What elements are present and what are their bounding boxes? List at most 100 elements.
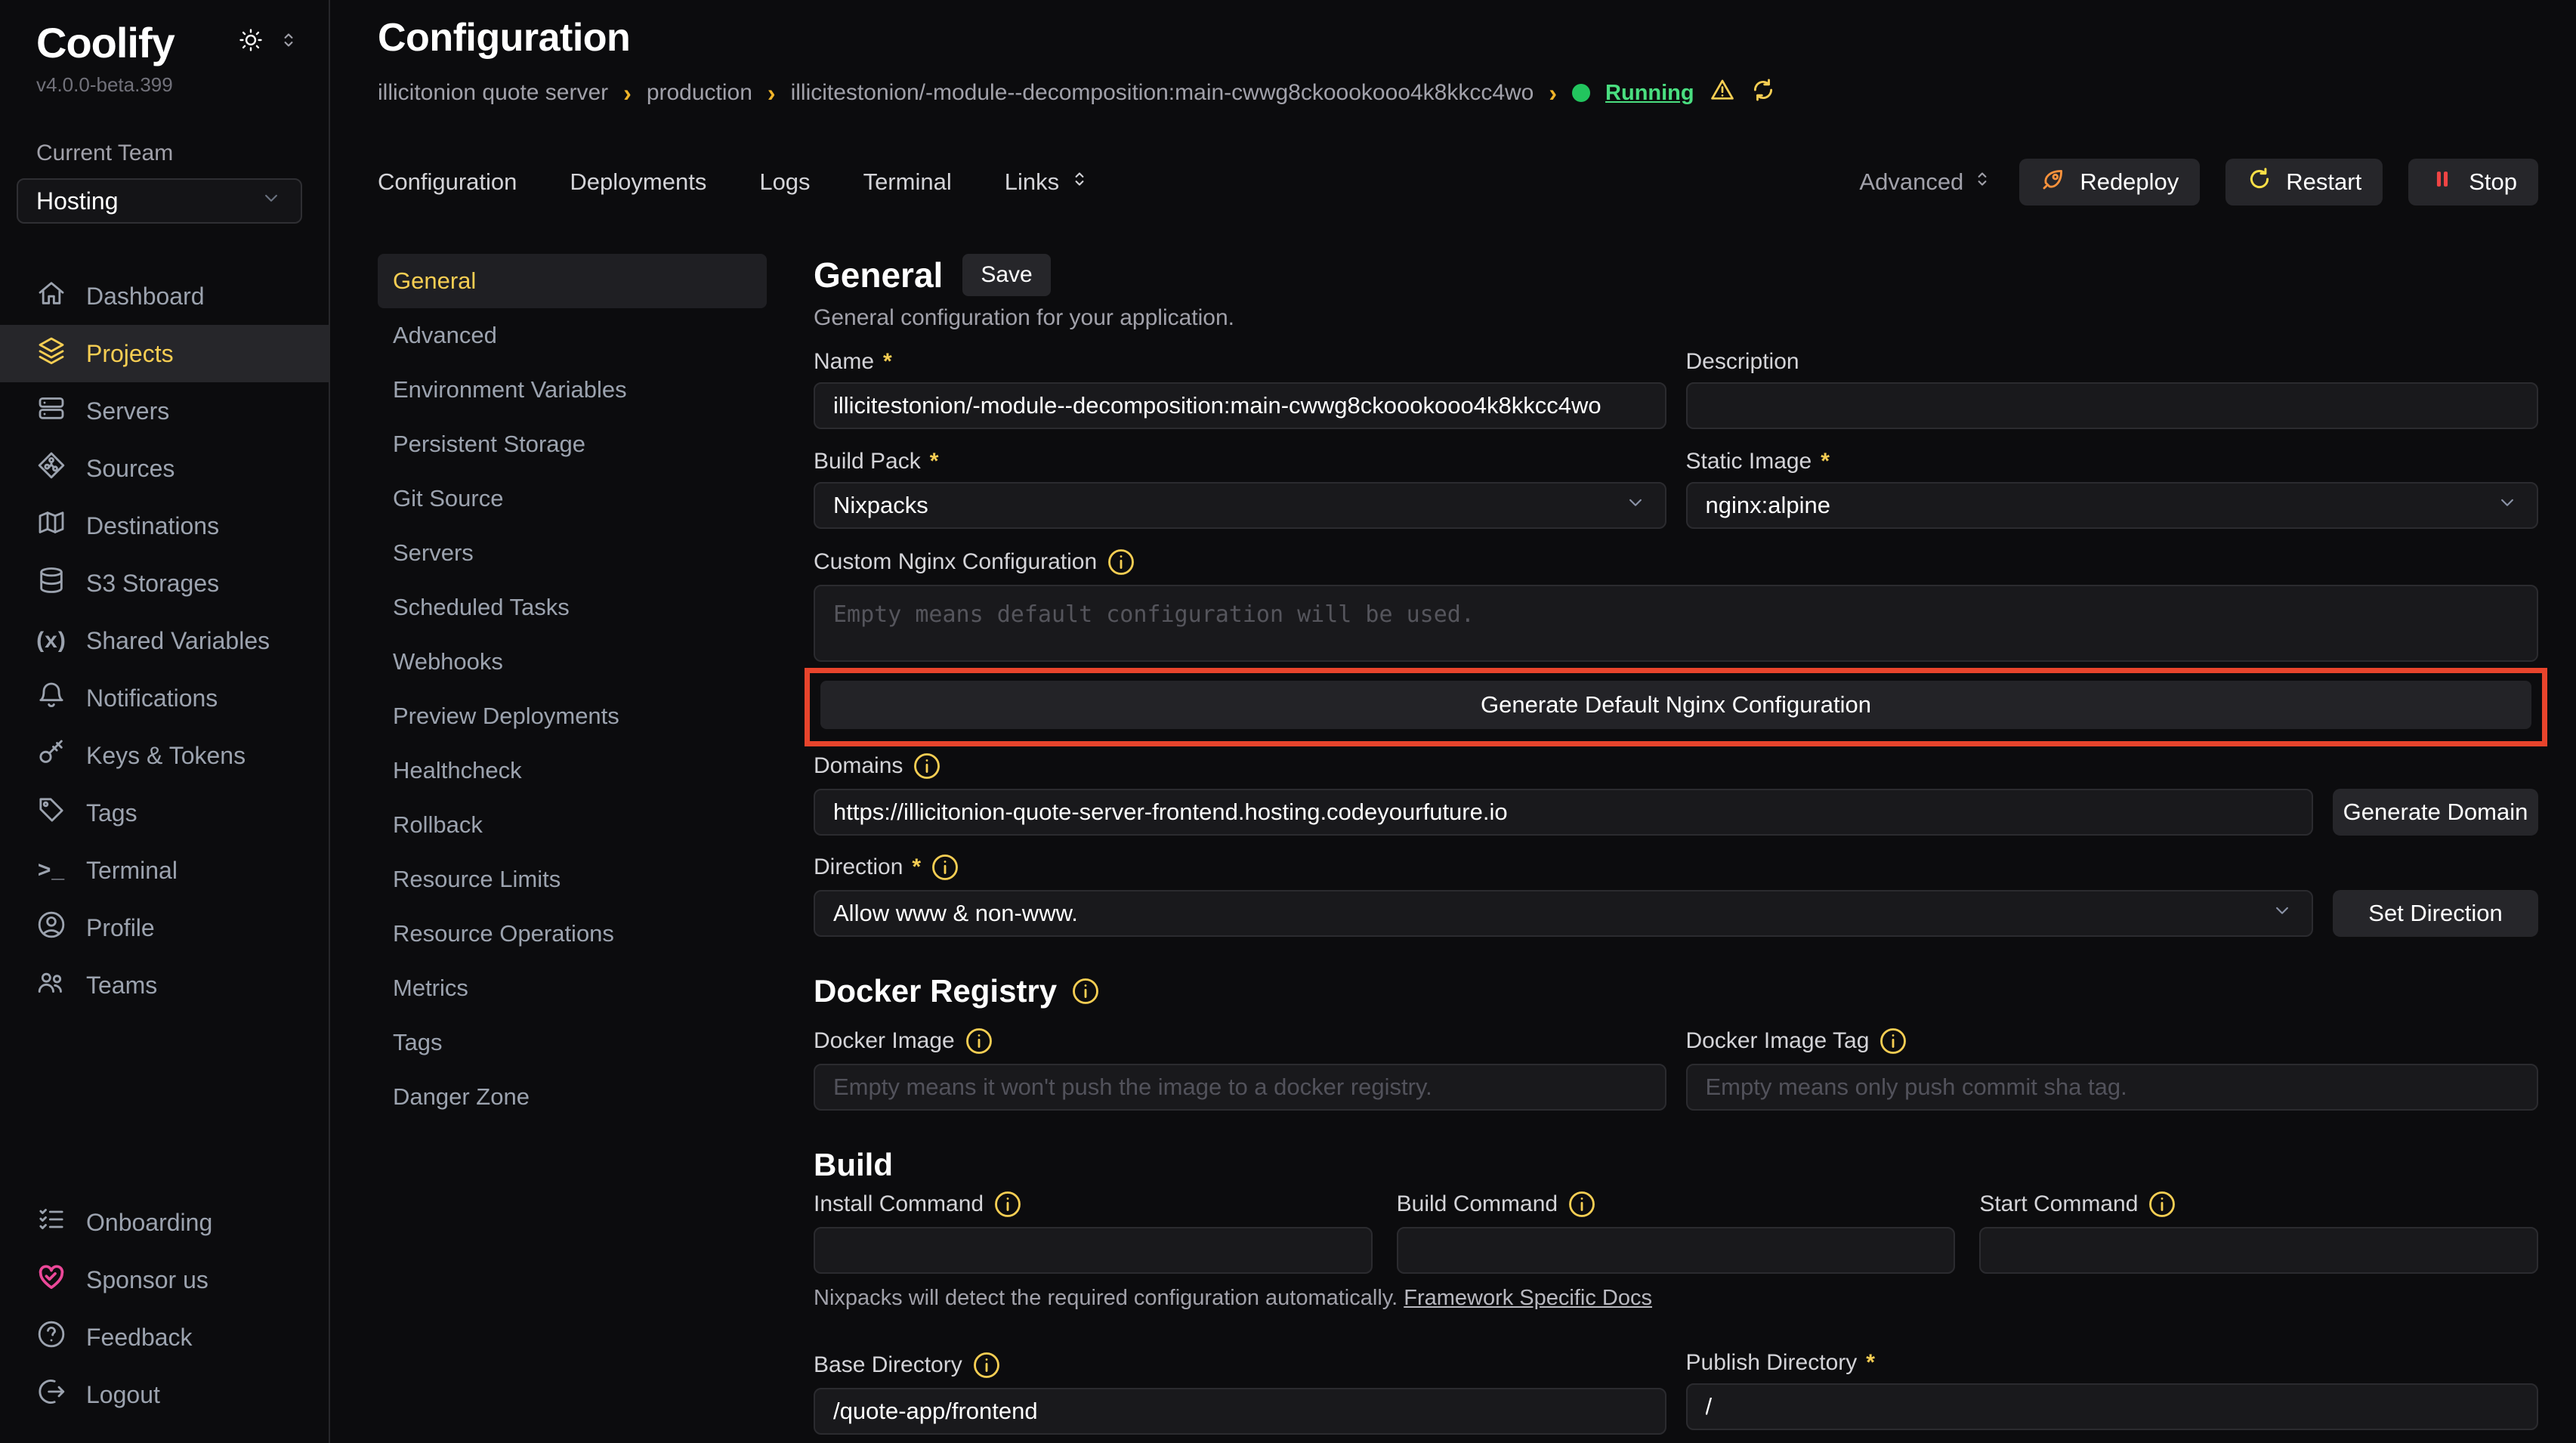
subnav-general[interactable]: General: [378, 254, 767, 308]
warning-triangle-icon[interactable]: [1710, 77, 1735, 109]
sidebar-item-label: S3 Storages: [86, 570, 219, 598]
info-icon[interactable]: [964, 1026, 994, 1056]
subnav-servers[interactable]: Servers: [378, 526, 767, 580]
tag-icon: [36, 795, 66, 831]
section-subtitle: General configuration for your applicati…: [814, 305, 2538, 331]
framework-docs-link[interactable]: Framework Specific Docs: [1404, 1286, 1652, 1310]
info-icon[interactable]: [1070, 976, 1101, 1006]
subnav-scheduled-tasks[interactable]: Scheduled Tasks: [378, 580, 767, 635]
docker-image-label: Docker Image: [814, 1026, 1666, 1056]
subnav-resource-limits[interactable]: Resource Limits: [378, 852, 767, 907]
chevron-down-icon: [1624, 491, 1647, 520]
restart-button[interactable]: Restart: [2225, 159, 2383, 205]
info-icon[interactable]: [1567, 1189, 1597, 1219]
info-icon[interactable]: [971, 1350, 1002, 1380]
publish-directory-input[interactable]: [1686, 1383, 2539, 1430]
subnav-preview-deployments[interactable]: Preview Deployments: [378, 689, 767, 743]
database-icon: [36, 565, 66, 601]
sidebar-item-projects[interactable]: Projects: [0, 325, 329, 382]
save-button[interactable]: Save: [962, 254, 1050, 296]
subnav-advanced[interactable]: Advanced: [378, 308, 767, 363]
static-image-select[interactable]: nginx:alpine: [1686, 482, 2539, 529]
nginx-config-textarea[interactable]: [814, 585, 2538, 662]
current-team-label: Current Team: [0, 141, 329, 166]
sidebar-item-dashboard[interactable]: Dashboard: [0, 267, 329, 325]
breadcrumb: illicitonion quote server › production ›…: [378, 77, 2538, 109]
start-command-input[interactable]: [1979, 1227, 2538, 1274]
tab-terminal[interactable]: Terminal: [863, 168, 952, 196]
sidebar-item-s3-storages[interactable]: S3 Storages: [0, 555, 329, 612]
status-badge[interactable]: Running: [1605, 81, 1694, 106]
logout-icon: [36, 1377, 66, 1413]
users-icon: [36, 967, 66, 1003]
subnav-danger-zone[interactable]: Danger Zone: [378, 1070, 767, 1124]
direction-select[interactable]: Allow www & non-www.: [814, 890, 2313, 937]
sidebar-item-label: Notifications: [86, 684, 218, 712]
tab-deployments[interactable]: Deployments: [570, 168, 706, 196]
subnav-resource-operations[interactable]: Resource Operations: [378, 907, 767, 961]
sidebar-item-label: Dashboard: [86, 283, 205, 311]
sidebar-item-onboarding[interactable]: Onboarding: [0, 1194, 329, 1251]
sidebar-item-logout[interactable]: Logout: [0, 1366, 329, 1423]
sidebar-item-label: Sources: [86, 455, 175, 483]
sidebar-item-profile[interactable]: Profile: [0, 899, 329, 956]
sidebar-item-servers[interactable]: Servers: [0, 382, 329, 440]
breadcrumb-resource[interactable]: illicitestonion/-module--decomposition:m…: [791, 80, 1534, 106]
refresh-icon[interactable]: [1750, 77, 1776, 109]
advanced-dropdown[interactable]: Advanced: [1859, 168, 1994, 196]
sidebar-item-label: Terminal: [86, 857, 178, 885]
sidebar-item-tags[interactable]: Tags: [0, 784, 329, 842]
theme-switcher-chevrons-icon[interactable]: [277, 29, 300, 55]
theme-sun-icon[interactable]: [238, 27, 264, 57]
subnav-rollback[interactable]: Rollback: [378, 798, 767, 852]
install-command-input[interactable]: [814, 1227, 1373, 1274]
description-input[interactable]: [1686, 382, 2539, 429]
sidebar-item-destinations[interactable]: Destinations: [0, 497, 329, 555]
breadcrumb-environment[interactable]: production: [647, 80, 752, 106]
generate-domain-button[interactable]: Generate Domain: [2333, 789, 2538, 836]
stop-button[interactable]: Stop: [2408, 159, 2538, 205]
sidebar-item-shared-variables[interactable]: (x) Shared Variables: [0, 612, 329, 669]
subnav-persistent-storage[interactable]: Persistent Storage: [378, 417, 767, 471]
set-direction-button[interactable]: Set Direction: [2333, 890, 2538, 937]
subnav-metrics[interactable]: Metrics: [378, 961, 767, 1015]
info-icon[interactable]: [912, 751, 942, 781]
tab-links[interactable]: Links: [1005, 168, 1091, 196]
redeploy-button[interactable]: Redeploy: [2019, 159, 2200, 205]
breadcrumb-project[interactable]: illicitonion quote server: [378, 80, 608, 106]
subnav-healthcheck[interactable]: Healthcheck: [378, 743, 767, 798]
team-select[interactable]: Hosting: [17, 178, 302, 224]
sidebar-item-notifications[interactable]: Notifications: [0, 669, 329, 727]
home-icon: [36, 278, 66, 314]
chevron-down-icon: [2271, 899, 2293, 928]
sidebar-footer-nav: Onboarding Sponsor us Feedback Logout: [0, 1194, 329, 1423]
build-pack-select[interactable]: Nixpacks: [814, 482, 1666, 529]
sidebar-item-terminal[interactable]: >_ Terminal: [0, 842, 329, 899]
tab-logs[interactable]: Logs: [759, 168, 810, 196]
sidebar-item-sponsor[interactable]: Sponsor us: [0, 1251, 329, 1309]
chevron-down-icon: [260, 187, 283, 215]
subnav-webhooks[interactable]: Webhooks: [378, 635, 767, 689]
info-icon[interactable]: [993, 1189, 1023, 1219]
info-icon[interactable]: [930, 852, 960, 882]
tab-configuration[interactable]: Configuration: [378, 168, 517, 196]
build-command-input[interactable]: [1397, 1227, 1956, 1274]
sidebar-item-keys-tokens[interactable]: Keys & Tokens: [0, 727, 329, 784]
subnav-environment-variables[interactable]: Environment Variables: [378, 363, 767, 417]
base-directory-input[interactable]: [814, 1388, 1666, 1435]
subnav-git-source[interactable]: Git Source: [378, 471, 767, 526]
subnav-tags[interactable]: Tags: [378, 1015, 767, 1070]
docker-image-input[interactable]: [814, 1064, 1666, 1111]
domains-input[interactable]: [814, 789, 2313, 836]
sidebar-item-teams[interactable]: Teams: [0, 956, 329, 1014]
info-icon[interactable]: [2147, 1189, 2177, 1219]
sidebar: Coolify v4.0.0-beta.399 Current Team Hos…: [0, 0, 330, 1443]
name-input[interactable]: [814, 382, 1666, 429]
sidebar-item-label: Projects: [86, 340, 174, 368]
info-icon[interactable]: [1106, 547, 1136, 577]
info-icon[interactable]: [1878, 1026, 1908, 1056]
sidebar-item-feedback[interactable]: Feedback: [0, 1309, 329, 1366]
sidebar-item-sources[interactable]: Sources: [0, 440, 329, 497]
docker-image-tag-input[interactable]: [1686, 1064, 2539, 1111]
generate-nginx-config-button[interactable]: Generate Default Nginx Configuration: [820, 681, 2531, 729]
